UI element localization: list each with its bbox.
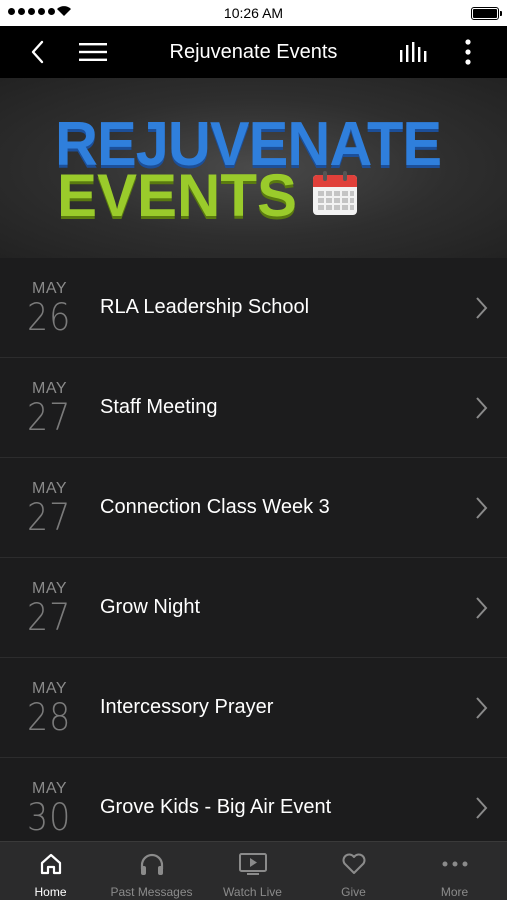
tab-watch-live[interactable]: Watch Live <box>202 842 303 900</box>
status-time: 10:26 AM <box>223 5 284 21</box>
calendar-icon <box>313 171 357 215</box>
event-title: Grove Kids - Big Air Event <box>100 796 332 818</box>
tab-label: Watch Live <box>223 885 282 899</box>
event-day: 27 <box>27 496 72 539</box>
event-row[interactable]: MAY 26 RLA Leadership School <box>0 258 507 358</box>
tab-bar: Home Past Messages Watch Live Give More <box>0 841 507 900</box>
event-row[interactable]: MAY 27 Grow Night <box>0 558 507 658</box>
event-title: Intercessory Prayer <box>100 696 274 718</box>
chevron-right-icon <box>476 597 488 619</box>
event-day: 30 <box>27 796 72 839</box>
event-row[interactable]: MAY 27 Connection Class Week 3 <box>0 458 507 558</box>
event-title: RLA Leadership School <box>100 296 310 318</box>
tab-past-messages[interactable]: Past Messages <box>101 842 202 900</box>
vertical-dots-icon <box>465 39 471 65</box>
heart-icon <box>342 853 365 874</box>
chevron-right-icon <box>476 497 488 519</box>
event-day: 27 <box>27 396 72 439</box>
tab-give[interactable]: Give <box>303 842 404 900</box>
event-list: MAY 26 RLA Leadership School MAY 27 Staf… <box>0 258 507 841</box>
more-options-button[interactable] <box>453 37 483 67</box>
event-row[interactable]: MAY 30 Grove Kids - Big Air Event <box>0 758 507 841</box>
tab-label: Home <box>34 885 67 899</box>
event-row[interactable]: MAY 27 Staff Meeting <box>0 358 507 458</box>
tab-label: More <box>440 885 469 899</box>
banner-title-line2: EVENTS <box>57 162 298 229</box>
tab-more[interactable]: More <box>404 842 505 900</box>
event-row[interactable]: MAY 28 Intercessory Prayer <box>0 658 507 758</box>
tv-play-icon <box>238 853 267 875</box>
chevron-right-icon <box>476 697 488 719</box>
tab-label: Past Messages <box>110 885 193 899</box>
nav-bar: Rejuvenate Events <box>0 26 507 78</box>
chevron-right-icon <box>476 297 488 319</box>
event-title: Connection Class Week 3 <box>100 496 330 518</box>
audio-bars-icon <box>400 42 427 62</box>
events-banner: REJUVENATE EVENTS <box>0 78 507 258</box>
chevron-right-icon <box>476 797 488 819</box>
audio-button[interactable] <box>399 37 429 67</box>
event-day: 28 <box>27 696 72 739</box>
tab-label: Give <box>341 885 366 899</box>
home-icon <box>40 853 61 875</box>
battery-icon <box>471 7 502 20</box>
status-bar: 10:26 AM <box>0 0 507 26</box>
event-day: 26 <box>27 296 72 339</box>
more-dots-icon <box>442 861 467 867</box>
headphones-icon <box>140 853 163 875</box>
event-title: Grow Night <box>100 596 201 618</box>
event-day: 27 <box>27 596 72 639</box>
event-title: Staff Meeting <box>100 396 218 418</box>
chevron-right-icon <box>476 397 488 419</box>
page-title: Rejuvenate Events <box>169 41 338 63</box>
tab-home[interactable]: Home <box>0 842 101 900</box>
